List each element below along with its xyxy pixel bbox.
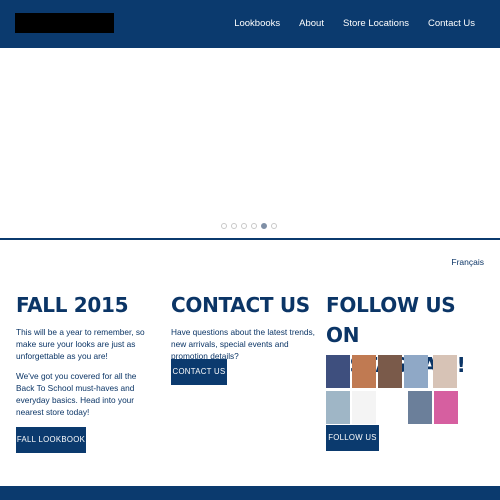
language-switch-link[interactable]: Français [451,257,484,267]
instagram-photo-tile[interactable] [326,355,350,388]
carousel-dot[interactable] [251,223,257,229]
hero-divider [0,238,500,240]
carousel-dot[interactable] [261,223,267,229]
instagram-title-line1: FOLLOW US ON [326,293,456,347]
main-nav: Lookbooks About Store Locations Contact … [215,18,475,29]
fall-lookbook-button[interactable]: FALL LOOKBOOK [16,427,86,453]
fall-back-to-school-text: We've got you covered for all the Back T… [16,371,137,417]
instagram-photo-tile[interactable] [352,391,376,424]
contact-title: CONTACT US [171,293,310,317]
footer-bar [0,486,500,500]
top-navbar: Lookbooks About Store Locations Contact … [0,0,500,48]
carousel-indicators [221,223,277,229]
fall-2015-section: FALL 2015 This will be a year to remembe… [16,290,156,453]
nav-contact-us[interactable]: Contact Us [428,18,475,29]
nav-about[interactable]: About [299,18,324,29]
contact-us-button[interactable]: CONTACT US [171,359,227,385]
instagram-photo-tile[interactable] [326,391,350,424]
instagram-photo-tile[interactable] [378,355,402,388]
nav-lookbooks[interactable]: Lookbooks [234,18,280,29]
hero-carousel [0,48,500,238]
instagram-photo-tile[interactable] [404,355,428,388]
instagram-photo-tile[interactable] [408,391,432,424]
nav-store-locations[interactable]: Store Locations [343,18,409,29]
carousel-dot[interactable] [271,223,277,229]
instagram-photo-tile[interactable] [434,391,458,424]
carousel-dot[interactable] [221,223,227,229]
carousel-dot[interactable] [231,223,237,229]
contact-text: Have questions about the latest trends, … [171,327,315,361]
instagram-photo-tile[interactable] [352,355,376,388]
fall-intro-text: This will be a year to remember, so make… [16,327,145,361]
fall-title: FALL 2015 [16,293,129,317]
instagram-photo-tile[interactable] [433,355,457,388]
contact-us-section: CONTACT US Have questions about the late… [171,290,316,385]
brand-logo[interactable] [15,13,114,33]
follow-us-button[interactable]: FOLLOW US [326,425,379,451]
carousel-dot[interactable] [241,223,247,229]
